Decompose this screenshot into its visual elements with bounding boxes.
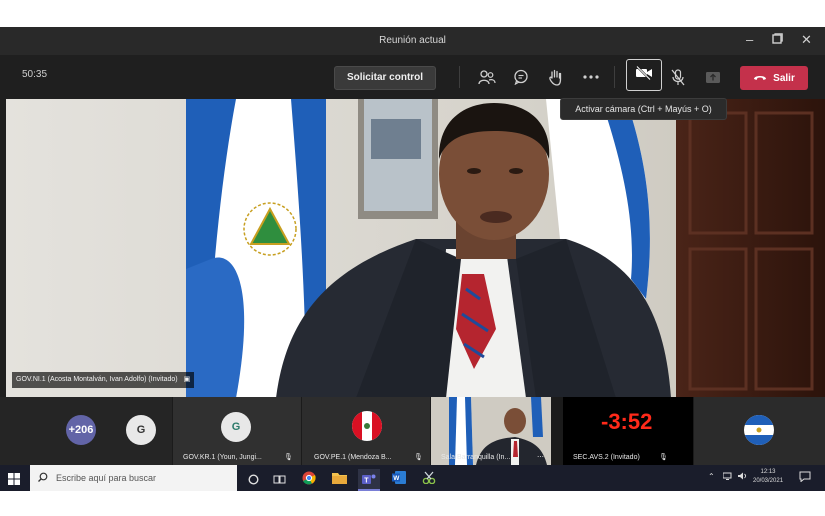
participant-avatar: G <box>221 412 251 442</box>
chrome-icon[interactable] <box>302 471 316 490</box>
mic-off-icon[interactable] <box>667 67 689 87</box>
camera-toggle-button[interactable] <box>626 59 662 91</box>
meeting-toolbar: 50:35 Solicitar control Salir <box>0 55 825 97</box>
timer-video-tile[interactable]: -3:52 SEC.AVS.2 (Invitado) 🎙 <box>563 397 693 465</box>
camera-off-icon <box>635 65 653 85</box>
notifications-icon[interactable] <box>799 471 811 484</box>
speaker-name: GOV.NI.1 (Acosta Montalván, Ivan Adolfo)… <box>16 376 178 383</box>
more-options-icon[interactable] <box>580 67 602 87</box>
teams-icon[interactable]: T <box>358 469 380 491</box>
participant-avatar: G <box>126 415 156 445</box>
windows-start-icon[interactable] <box>8 472 20 490</box>
teams-meeting-window: Reunión actual – ✕ 50:35 Solicitar contr… <box>0 27 825 491</box>
mic-muted-icon: 🎙 <box>414 454 423 461</box>
participant-video-tile[interactable]: Sala Barranquilla (In... ⋯ <box>431 397 551 465</box>
participant-label: GOV.KR.1 (Youn, Jungi... <box>183 454 262 461</box>
participant-label: GOV.PE.1 (Mendoza B... <box>314 454 392 461</box>
window-title: Reunión actual <box>379 35 446 46</box>
share-screen-icon[interactable] <box>702 67 724 87</box>
clock-date: 20/03/2021 <box>753 478 784 484</box>
toolbar-divider <box>459 66 460 88</box>
leave-label: Salir <box>773 72 795 84</box>
snipping-tool-icon[interactable] <box>422 471 436 489</box>
participant-label: SEC.AVS.2 (Invitado) <box>573 454 640 461</box>
svg-text:W: W <box>393 475 400 482</box>
taskbar-search-box[interactable]: Escribe aquí para buscar <box>30 465 237 491</box>
participant-strip: +206 G G GOV.KR.1 (Youn, Jungi... 🎙 GOV.… <box>0 397 825 465</box>
participant-tile[interactable]: G GOV.KR.1 (Youn, Jungi... 🎙 <box>173 397 301 465</box>
meeting-timer: 50:35 <box>22 69 48 80</box>
minimize-icon[interactable]: – <box>746 32 753 48</box>
overflow-count-badge[interactable]: +206 <box>66 415 96 445</box>
clock-time: 12:13 <box>760 469 776 475</box>
peru-flag-avatar <box>352 411 382 441</box>
participants-icon[interactable] <box>476 67 498 87</box>
speaker-video-frame <box>6 99 825 398</box>
main-video-feed: GOV.NI.1 (Acosta Montalván, Ivan Adolfo)… <box>6 99 825 398</box>
svg-text:T: T <box>364 477 369 484</box>
nicaragua-flag-avatar <box>744 415 774 445</box>
camera-tooltip: Activar cámara (Ctrl + Mayús + O) <box>560 98 727 120</box>
taskbar-clock[interactable]: 12:13 20/03/2021 <box>753 468 783 486</box>
more-options-icon[interactable]: ⋯ <box>537 453 544 461</box>
tray-chevron-icon[interactable]: ⌃ <box>708 472 715 481</box>
file-explorer-icon[interactable] <box>332 471 347 489</box>
cortana-icon[interactable] <box>248 472 259 490</box>
participant-label: Sala Barranquilla (In... <box>441 454 511 461</box>
request-control-button[interactable]: Solicitar control <box>334 66 436 90</box>
close-icon[interactable]: ✕ <box>801 32 812 48</box>
participant-overflow-tile[interactable]: +206 G <box>0 397 172 465</box>
participant-tile[interactable]: GOV.PE.1 (Mendoza B... 🎙 <box>302 397 430 465</box>
chat-icon[interactable] <box>510 67 532 87</box>
mic-muted-icon: 🎙 <box>659 454 668 461</box>
hang-up-icon <box>753 73 767 84</box>
speaker-name-tag: GOV.NI.1 (Acosta Montalván, Ivan Adolfo)… <box>12 372 195 388</box>
network-icon[interactable] <box>722 472 733 482</box>
search-placeholder: Escribe aquí para buscar <box>56 473 157 483</box>
raise-hand-icon[interactable] <box>544 67 566 87</box>
leave-button[interactable]: Salir <box>740 66 808 90</box>
volume-icon[interactable] <box>738 472 748 482</box>
search-icon <box>38 472 48 484</box>
mic-muted-icon: 🎙 <box>284 454 293 461</box>
screen-share-indicator-icon: ▣ <box>183 376 191 383</box>
countdown-timer: -3:52 <box>601 409 653 434</box>
word-icon[interactable]: W <box>392 471 406 489</box>
participant-tile[interactable] <box>694 397 825 465</box>
toolbar-divider <box>614 66 615 88</box>
title-bar: Reunión actual – ✕ <box>0 27 825 55</box>
windows-taskbar: Escribe aquí para buscar T W ⌃ 12:13 20/… <box>0 465 825 491</box>
restore-icon[interactable] <box>772 32 783 48</box>
task-view-icon[interactable] <box>273 472 286 490</box>
